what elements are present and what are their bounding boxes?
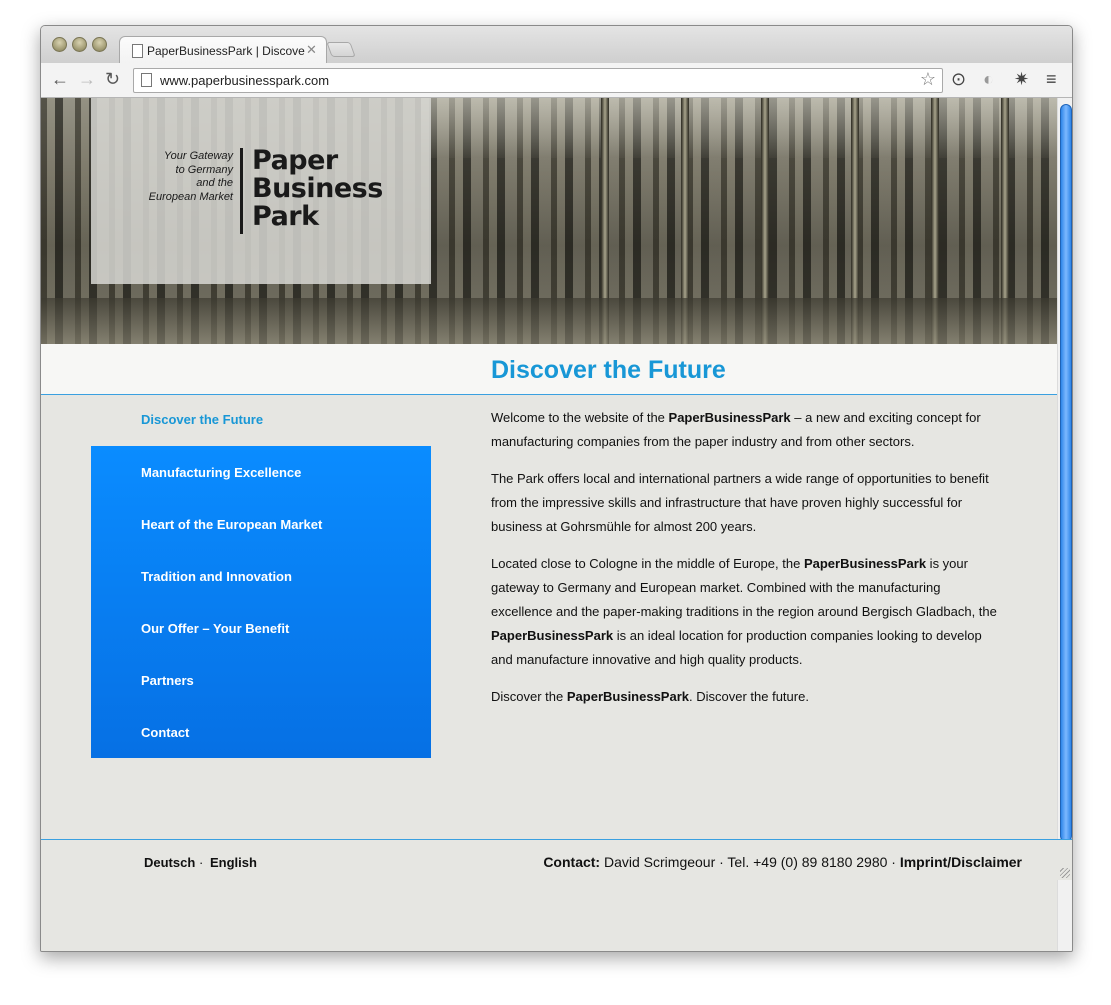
closing-paragraph: Discover the PaperBusinessPark. Discover… [491, 689, 809, 704]
intro-paragraph: Welcome to the website of the PaperBusin… [491, 410, 981, 449]
url-text: www.paperbusinesspark.com [160, 73, 330, 88]
page-title: Discover the Future [491, 356, 726, 384]
gear-icon[interactable]: ✷ [1014, 69, 1029, 89]
browser-tab[interactable]: PaperBusinessPark | Discover the Future … [119, 36, 327, 65]
main-navigation: Manufacturing Excellence Heart of the Eu… [91, 446, 431, 758]
close-window-button[interactable] [52, 37, 67, 52]
resize-grip-icon[interactable] [1060, 868, 1070, 878]
nav-item-tradition-and-innovation[interactable]: Tradition and Innovation [141, 569, 292, 584]
footer-contact: Contact: David Scrimgeour · Tel. +49 (0)… [543, 854, 1022, 870]
title-bar: PaperBusinessPark | Discover the Future … [41, 26, 1072, 65]
nav-item-heart-of-european-market[interactable]: Heart of the European Market [141, 517, 322, 532]
logo-box[interactable]: Your Gateway to Germany and the European… [91, 98, 431, 284]
language-deutsch-link[interactable]: Deutsch [144, 855, 195, 870]
logo-tagline: Your Gateway to Germany and the European… [148, 150, 233, 203]
language-english-link[interactable]: English [210, 855, 257, 870]
tab-title: PaperBusinessPark | Discover the Future [147, 44, 305, 58]
forward-arrow-icon[interactable]: → [78, 69, 96, 89]
page-icon [141, 73, 152, 87]
imprint-link[interactable]: Imprint/Disclaimer [900, 854, 1022, 870]
browser-window: PaperBusinessPark | Discover the Future … [40, 25, 1073, 952]
language-separator: · [199, 855, 204, 870]
nav-item-partners[interactable]: Partners [141, 673, 194, 688]
page-viewport: Your Gateway to Germany and the European… [41, 98, 1057, 951]
scrollbar-thumb[interactable] [1060, 104, 1072, 842]
site-logo: Paper Business Park [252, 145, 383, 232]
browser-toolbar: ← → ↻ www.paperbusinesspark.com ☆ ⊙ ◐ ✷ … [41, 63, 1072, 98]
back-arrow-icon[interactable]: ← [51, 69, 69, 89]
page-icon [132, 44, 143, 58]
logo-divider [240, 148, 243, 234]
bookmark-star-icon[interactable]: ☆ [920, 69, 936, 90]
title-band: Discover the Future [41, 344, 1057, 395]
zoom-window-button[interactable] [92, 37, 107, 52]
park-paragraph: The Park offers local and international … [491, 471, 989, 534]
nav-item-manufacturing-excellence[interactable]: Manufacturing Excellence [141, 465, 301, 480]
reload-icon[interactable]: ↻ [105, 69, 120, 89]
new-tab-button[interactable] [326, 42, 356, 57]
vertical-scrollbar[interactable] [1057, 98, 1072, 951]
address-bar[interactable]: www.paperbusinesspark.com ☆ [133, 68, 943, 93]
minimize-window-button[interactable] [72, 37, 87, 52]
menu-icon[interactable]: ≡ [1046, 69, 1057, 89]
page-footer: Deutsch · English Contact: David Scrimge… [41, 839, 1072, 880]
main-content: Welcome to the website of the PaperBusin… [491, 406, 1001, 722]
loading-extension-icon[interactable]: ◐ [983, 69, 994, 89]
contact-label: Contact: [543, 854, 601, 870]
location-paragraph: Located close to Cologne in the middle o… [491, 556, 997, 667]
hero-banner-image: Your Gateway to Germany and the European… [41, 98, 1057, 344]
nav-item-our-offer[interactable]: Our Offer – Your Benefit [141, 621, 289, 636]
contact-details: David Scrimgeour · Tel. +49 (0) 89 8180 … [600, 854, 900, 870]
tab-close-icon[interactable]: ✕ [306, 42, 317, 58]
nav-item-contact[interactable]: Contact [141, 725, 189, 740]
nav-item-discover-the-future[interactable]: Discover the Future [141, 412, 263, 427]
extension-icon[interactable]: ⊙ [951, 69, 966, 89]
